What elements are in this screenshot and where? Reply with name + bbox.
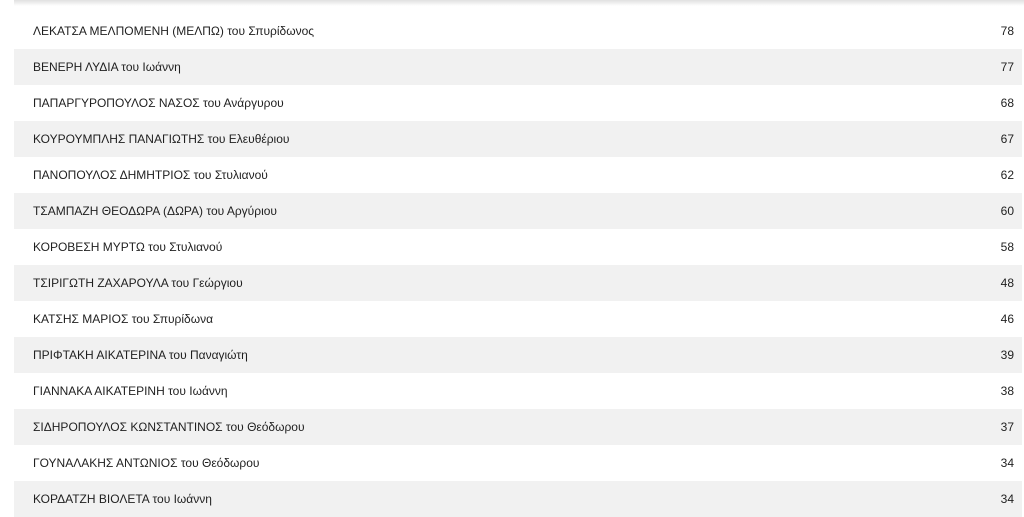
candidate-name: ΚΟΥΡΟΥΜΠΛΗΣ ΠΑΝΑΓΙΩΤΗΣ του Ελευθέριου xyxy=(33,132,290,146)
candidate-name: ΠΑΝΟΠΟΥΛΟΣ ΔΗΜΗΤΡΙΟΣ του Στυλιανού xyxy=(33,168,268,182)
table-row: ΚΟΡΔΑΤΖΗ ΒΙΟΛΕΤΑ του Ιωάννη 34 xyxy=(14,481,1022,517)
table-row: ΤΣΑΜΠΑΖΗ ΘΕΟΔΩΡΑ (ΔΩΡΑ) του Αργύριου 60 xyxy=(14,193,1022,229)
candidate-name: ΚΑΤΣΗΣ ΜΑΡΙΟΣ του Σπυρίδωνα xyxy=(33,312,214,326)
table-row: ΒΕΝΕΡΗ ΛΥΔΙΑ του Ιωάννη 77 xyxy=(14,49,1022,85)
header-shadow xyxy=(14,0,1024,6)
candidate-votes: 77 xyxy=(1000,60,1014,74)
candidate-name: ΤΣΑΜΠΑΖΗ ΘΕΟΔΩΡΑ (ΔΩΡΑ) του Αργύριου xyxy=(33,204,277,218)
candidate-name: ΛΕΚΑΤΣΑ ΜΕΛΠΟΜΕΝΗ (ΜΕΛΠΩ) του Σπυρίδωνος xyxy=(33,24,315,38)
candidate-votes: 68 xyxy=(1000,96,1014,110)
table-row: ΚΟΡΟΒΕΣΗ ΜΥΡΤΩ του Στυλιανού 58 xyxy=(14,229,1022,265)
candidate-name: ΣΙΔΗΡΟΠΟΥΛΟΣ ΚΩΝΣΤΑΝΤΙΝΟΣ του Θεόδωρου xyxy=(33,420,305,434)
candidate-name: ΠΡΙΦΤΑΚΗ ΑΙΚΑΤΕΡΙΝΑ του Παναγιώτη xyxy=(33,348,248,362)
candidate-name: ΓΟΥΝΑΛΑΚΗΣ ΑΝΤΩΝΙΟΣ του Θεόδωρου xyxy=(33,456,260,470)
candidate-name: ΒΕΝΕΡΗ ΛΥΔΙΑ του Ιωάννη xyxy=(33,60,181,74)
table-row: ΠΡΙΦΤΑΚΗ ΑΙΚΑΤΕΡΙΝΑ του Παναγιώτη 39 xyxy=(14,337,1022,373)
table-row: ΤΣΙΡΙΓΩΤΗ ΖΑΧΑΡΟΥΛΑ του Γεώργιου 48 xyxy=(14,265,1022,301)
candidate-votes: 34 xyxy=(1000,456,1014,470)
candidate-votes: 58 xyxy=(1000,240,1014,254)
candidate-name: ΤΣΙΡΙΓΩΤΗ ΖΑΧΑΡΟΥΛΑ του Γεώργιου xyxy=(33,276,243,290)
candidate-name: ΠΑΠΑΡΓΥΡΟΠΟΥΛΟΣ ΝΑΣΟΣ του Ανάργυρου xyxy=(33,96,284,110)
candidate-name: ΚΟΡΟΒΕΣΗ ΜΥΡΤΩ του Στυλιανού xyxy=(33,240,223,254)
table-row: ΛΕΚΑΤΣΑ ΜΕΛΠΟΜΕΝΗ (ΜΕΛΠΩ) του Σπυρίδωνος… xyxy=(14,13,1022,49)
candidate-votes: 39 xyxy=(1000,348,1014,362)
candidate-votes: 60 xyxy=(1000,204,1014,218)
candidate-name: ΚΟΡΔΑΤΖΗ ΒΙΟΛΕΤΑ του Ιωάννη xyxy=(33,492,212,506)
table-row: ΠΑΠΑΡΓΥΡΟΠΟΥΛΟΣ ΝΑΣΟΣ του Ανάργυρου 68 xyxy=(14,85,1022,121)
candidate-votes: 62 xyxy=(1000,168,1014,182)
candidate-votes: 46 xyxy=(1000,312,1014,326)
candidate-votes: 67 xyxy=(1000,132,1014,146)
table-row: ΚΟΥΡΟΥΜΠΛΗΣ ΠΑΝΑΓΙΩΤΗΣ του Ελευθέριου 67 xyxy=(14,121,1022,157)
candidate-votes: 48 xyxy=(1000,276,1014,290)
table-row: ΓΙΑΝΝΑΚΑ ΑΙΚΑΤΕΡΙΝΗ του Ιωάννη 38 xyxy=(14,373,1022,409)
candidate-votes: 37 xyxy=(1000,420,1014,434)
candidate-votes: 78 xyxy=(1000,24,1014,38)
table-row: ΓΟΥΝΑΛΑΚΗΣ ΑΝΤΩΝΙΟΣ του Θεόδωρου 34 xyxy=(14,445,1022,481)
table-row: ΚΑΤΣΗΣ ΜΑΡΙΟΣ του Σπυρίδωνα 46 xyxy=(14,301,1022,337)
candidate-name: ΓΙΑΝΝΑΚΑ ΑΙΚΑΤΕΡΙΝΗ του Ιωάννη xyxy=(33,384,228,398)
table-row: ΠΑΝΟΠΟΥΛΟΣ ΔΗΜΗΤΡΙΟΣ του Στυλιανού 62 xyxy=(14,157,1022,193)
candidate-votes: 38 xyxy=(1000,384,1014,398)
table-row: ΣΙΔΗΡΟΠΟΥΛΟΣ ΚΩΝΣΤΑΝΤΙΝΟΣ του Θεόδωρου 3… xyxy=(14,409,1022,445)
candidate-votes: 34 xyxy=(1000,492,1014,506)
results-table: ΛΕΚΑΤΣΑ ΜΕΛΠΟΜΕΝΗ (ΜΕΛΠΩ) του Σπυρίδωνος… xyxy=(14,13,1022,517)
